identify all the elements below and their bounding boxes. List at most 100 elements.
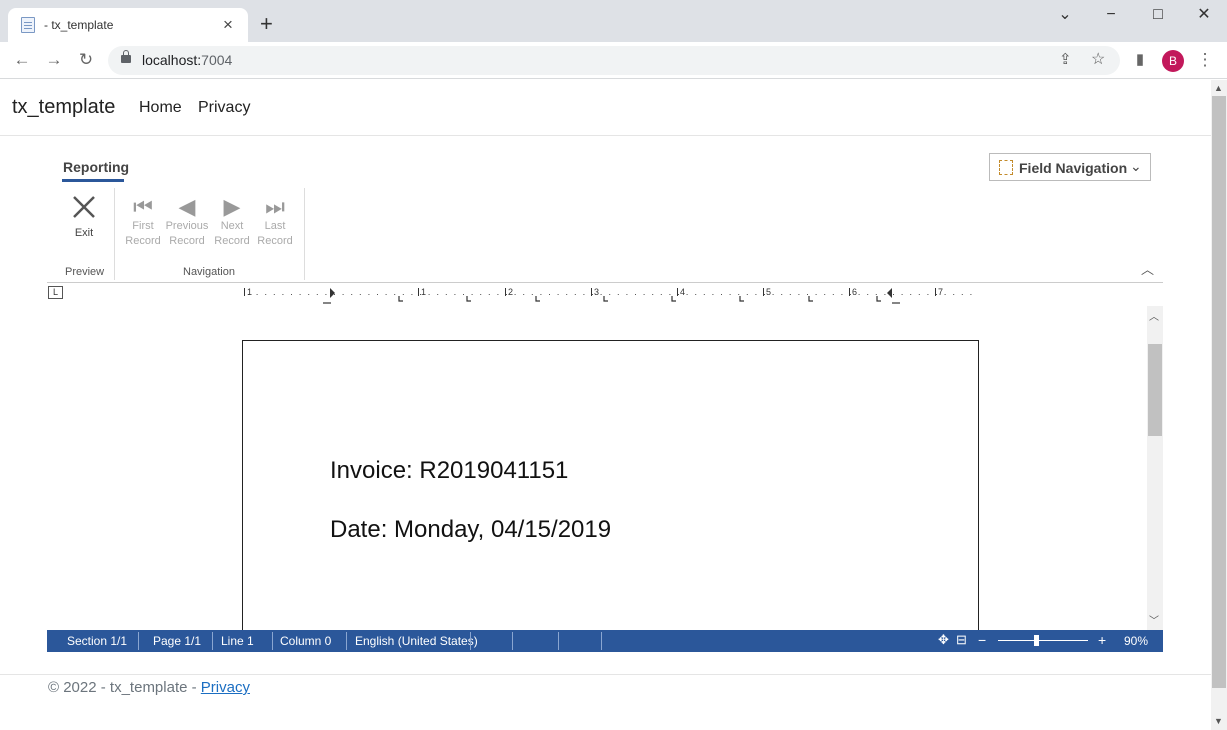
ruler-number: 3 bbox=[594, 287, 599, 297]
page-scroll-up-icon[interactable]: ▲ bbox=[1214, 83, 1223, 93]
site-navbar: tx_template Home Privacy bbox=[0, 80, 1211, 136]
tab-reporting[interactable]: Reporting bbox=[63, 159, 129, 175]
ruler-number: 6 bbox=[852, 287, 857, 297]
ruler-tick bbox=[394, 294, 396, 295]
tab-stop-marker[interactable] bbox=[876, 296, 881, 302]
reload-icon[interactable]: ↻ bbox=[74, 49, 98, 71]
field-navigation-label: Field Navigation bbox=[1019, 160, 1128, 176]
tab-stop-marker[interactable] bbox=[603, 296, 608, 302]
zoom-level[interactable]: 90% bbox=[1124, 634, 1148, 648]
ruler-tick bbox=[901, 294, 903, 295]
ruler-tick bbox=[549, 294, 550, 295]
status-divider bbox=[272, 632, 273, 650]
ruler-tick bbox=[514, 294, 516, 295]
status-page[interactable]: Page 1/1 bbox=[153, 634, 201, 648]
brand-link[interactable]: tx_template bbox=[12, 96, 115, 119]
avatar[interactable]: B bbox=[1162, 50, 1184, 72]
address-bar[interactable]: localhost:7004 ⇪ ☆ bbox=[108, 46, 1120, 75]
ruler-tick bbox=[755, 294, 757, 295]
share-icon[interactable]: ⇪ bbox=[1059, 50, 1072, 68]
ruler-tick bbox=[488, 294, 490, 295]
ruler-major-tick bbox=[935, 288, 936, 296]
scroll-up-icon[interactable]: ︿ bbox=[1149, 308, 1159, 323]
status-line[interactable]: Line 1 bbox=[221, 634, 254, 648]
tab-stop-marker[interactable] bbox=[671, 296, 676, 302]
document-scrollbar[interactable]: ︿ ﹀ bbox=[1147, 306, 1163, 630]
back-icon[interactable]: ← bbox=[10, 49, 34, 71]
first-record-button[interactable]: ⏮ First Record bbox=[123, 195, 163, 249]
page-scroll-down-icon[interactable]: ▼ bbox=[1214, 716, 1223, 726]
ruler-tick bbox=[970, 294, 972, 295]
ruler-tick bbox=[858, 294, 860, 295]
document-viewport[interactable]: Invoice: R2019041151 Date: Monday, 04/15… bbox=[47, 306, 1147, 630]
previous-record-label-2: Record bbox=[169, 235, 205, 247]
ruler-tick bbox=[557, 294, 559, 295]
new-tab-icon[interactable]: + bbox=[260, 12, 273, 36]
scrollbar-thumb[interactable] bbox=[1148, 344, 1162, 436]
ruler-tick bbox=[291, 294, 292, 295]
ribbon-divider bbox=[47, 282, 1163, 283]
tab-stop-marker[interactable] bbox=[466, 296, 471, 302]
nav-home[interactable]: Home bbox=[139, 99, 182, 117]
first-line-indent-marker[interactable] bbox=[330, 288, 335, 298]
tab-stop-marker[interactable] bbox=[535, 296, 540, 302]
tab-search-icon[interactable]: ⌄ bbox=[1050, 5, 1080, 27]
document-page[interactable]: Invoice: R2019041151 Date: Monday, 04/15… bbox=[242, 340, 979, 630]
browser-tab[interactable]: - tx_template × bbox=[8, 8, 248, 42]
nav-privacy[interactable]: Privacy bbox=[198, 99, 250, 117]
bookmark-star-icon[interactable]: ☆ bbox=[1091, 49, 1105, 69]
skip-last-icon: ⏭ bbox=[265, 194, 285, 219]
exit-button[interactable]: Exit bbox=[66, 193, 102, 241]
side-panel-icon[interactable]: ▮ bbox=[1128, 49, 1152, 71]
tab-stop-marker[interactable] bbox=[739, 296, 744, 302]
tab-stop-marker[interactable] bbox=[398, 296, 403, 302]
status-divider bbox=[470, 632, 471, 650]
fit-page-icon[interactable]: ✥ bbox=[938, 632, 949, 648]
close-window-icon[interactable]: ✕ bbox=[1189, 5, 1219, 27]
next-record-button[interactable]: ▶ Next Record bbox=[212, 195, 252, 249]
status-divider bbox=[558, 632, 559, 650]
ruler-number: 5 bbox=[766, 287, 771, 297]
menu-icon[interactable]: ⋮ bbox=[1193, 49, 1217, 71]
ruler-tick bbox=[523, 294, 525, 295]
fit-width-icon[interactable]: ⊟ bbox=[956, 632, 967, 648]
forward-icon[interactable]: → bbox=[42, 49, 66, 71]
active-tab-indicator bbox=[62, 179, 124, 182]
zoom-slider[interactable] bbox=[998, 640, 1088, 641]
status-language[interactable]: English (United States) bbox=[355, 634, 478, 648]
right-indent-marker[interactable] bbox=[887, 288, 892, 298]
document-icon bbox=[21, 17, 35, 33]
ruler-tick bbox=[592, 294, 593, 295]
last-record-label: Last bbox=[264, 220, 286, 232]
status-section[interactable]: Section 1/1 bbox=[67, 634, 127, 648]
footer-text: © 2022 - tx_template - bbox=[48, 679, 201, 696]
ruler-tick bbox=[617, 294, 619, 295]
close-tab-icon[interactable]: × bbox=[223, 15, 233, 35]
last-record-button[interactable]: ⏭ Last Record bbox=[255, 195, 295, 249]
tab-stop-marker[interactable] bbox=[808, 296, 813, 302]
group-label-preview: Preview bbox=[65, 266, 105, 278]
status-column[interactable]: Column 0 bbox=[280, 634, 331, 648]
status-divider bbox=[512, 632, 513, 650]
zoom-in-icon[interactable]: + bbox=[1098, 632, 1106, 648]
zoom-slider-thumb[interactable] bbox=[1033, 635, 1039, 646]
page-scrollbar[interactable]: ▲ ▼ bbox=[1211, 80, 1227, 730]
ruler-tick bbox=[944, 294, 946, 295]
ruler-tick bbox=[712, 294, 714, 295]
horizontal-ruler[interactable]: 1 1 2 3 4 5 6 7 bbox=[242, 286, 980, 306]
field-navigation-button[interactable]: Field Navigation ⌄ bbox=[989, 153, 1151, 181]
ruler-number: 2 bbox=[508, 287, 513, 297]
previous-record-button[interactable]: ◀ Previous Record bbox=[165, 195, 209, 249]
minimize-icon[interactable]: − bbox=[1096, 5, 1126, 27]
ruler-number: 4 bbox=[680, 287, 685, 297]
zoom-out-icon[interactable]: − bbox=[978, 632, 986, 648]
ruler-tick bbox=[265, 294, 267, 295]
collapse-ribbon-icon[interactable]: ︿ bbox=[1141, 259, 1154, 278]
ruler-tick bbox=[273, 294, 275, 295]
scroll-down-icon[interactable]: ﹀ bbox=[1149, 612, 1159, 627]
skip-first-icon: ⏮ bbox=[133, 194, 153, 219]
tab-stop-selector[interactable]: L bbox=[48, 286, 63, 299]
footer-privacy-link[interactable]: Privacy bbox=[201, 679, 250, 696]
maximize-icon[interactable]: □ bbox=[1143, 5, 1173, 27]
page-scrollbar-thumb[interactable] bbox=[1212, 96, 1226, 688]
